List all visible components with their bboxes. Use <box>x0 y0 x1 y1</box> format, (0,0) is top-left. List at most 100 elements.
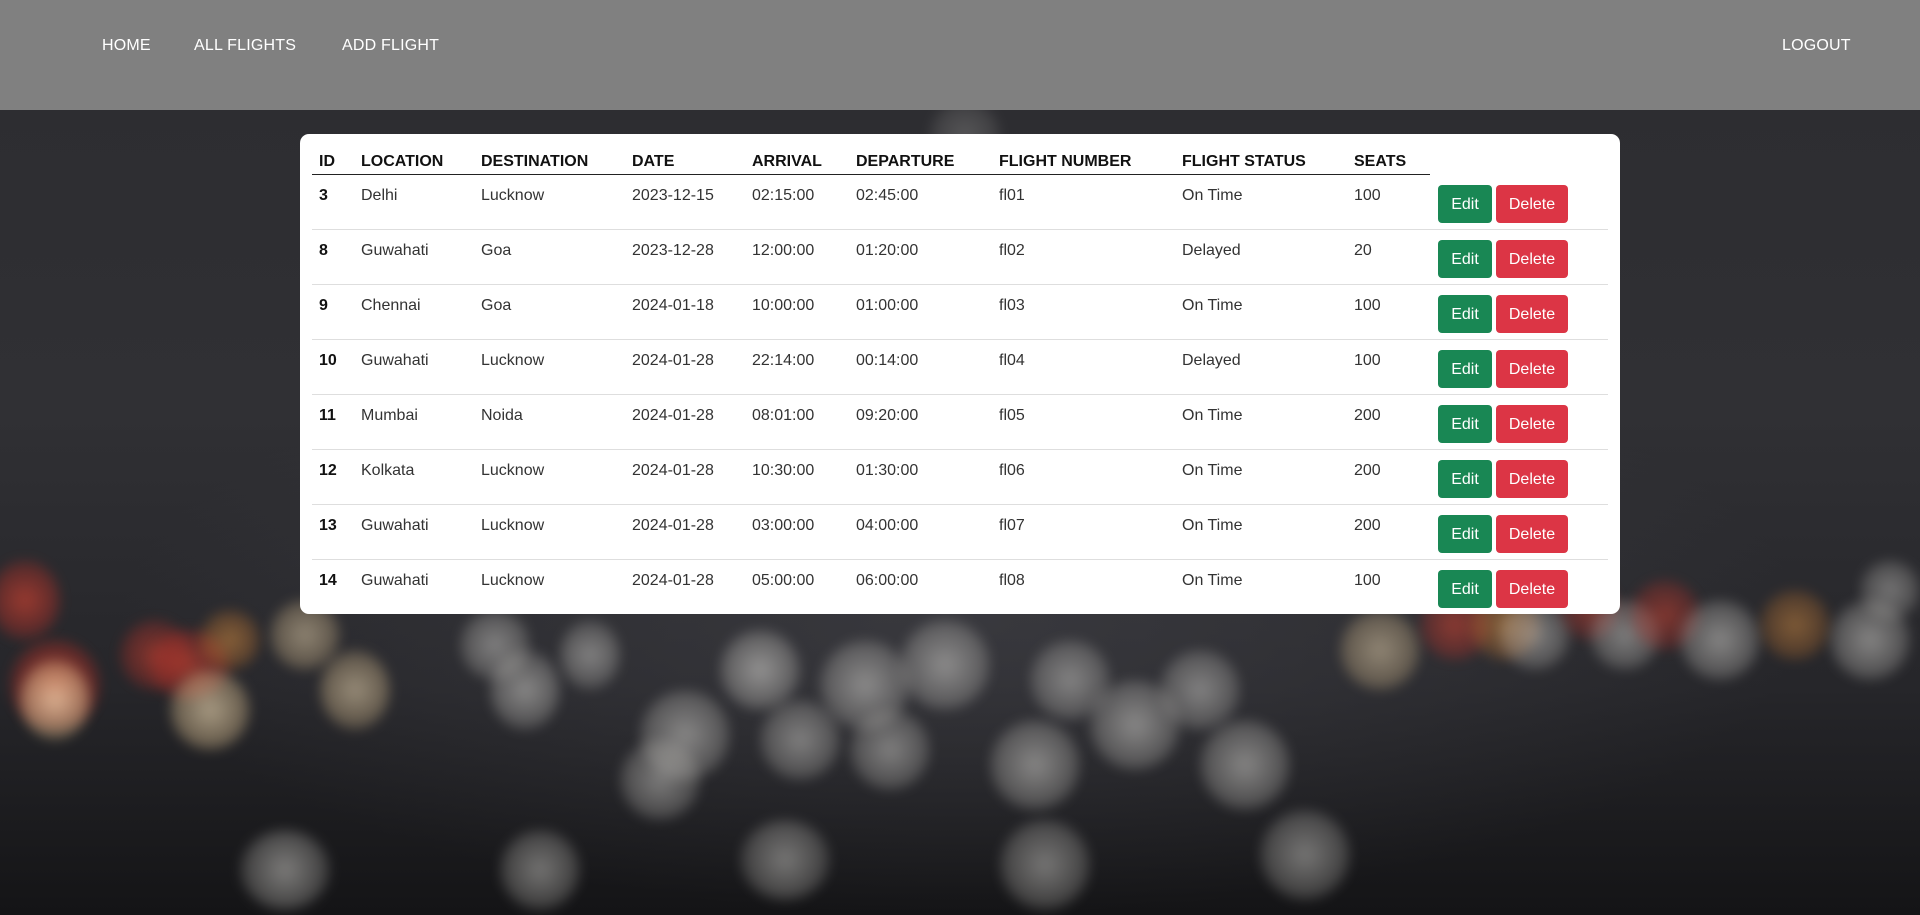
header-id: ID <box>319 153 335 170</box>
cell-departure: 01:20:00 <box>856 242 919 259</box>
cell-id: 10 <box>319 352 337 369</box>
cell-departure: 01:30:00 <box>856 462 919 479</box>
bokeh-light <box>620 740 700 820</box>
cell-destination: Noida <box>481 407 523 424</box>
bokeh-light <box>850 710 930 790</box>
cell-date: 2023-12-15 <box>632 187 714 204</box>
cell-id: 3 <box>319 187 328 204</box>
edit-button[interactable]: Edit <box>1438 240 1492 278</box>
header-destination: DESTINATION <box>481 153 589 170</box>
cell-destination: Lucknow <box>481 572 545 589</box>
header-date: DATE <box>632 153 675 170</box>
bokeh-light <box>170 670 250 750</box>
cell-arrival: 12:00:00 <box>752 242 815 259</box>
cell-arrival: 02:15:00 <box>752 187 815 204</box>
header-departure: DEPARTURE <box>856 153 955 170</box>
cell-seats: 200 <box>1354 517 1381 534</box>
header-flight-status: FLIGHT STATUS <box>1182 153 1306 170</box>
table-row: 14 Guwahati Lucknow 2024-01-28 05:00:00 … <box>312 560 1608 615</box>
cell-date: 2024-01-28 <box>632 407 714 424</box>
cell-id: 12 <box>319 462 337 479</box>
cell-destination: Lucknow <box>481 462 545 479</box>
bokeh-light <box>0 560 60 640</box>
edit-button[interactable]: Edit <box>1438 350 1492 388</box>
table-row: 13 Guwahati Lucknow 2024-01-28 03:00:00 … <box>312 505 1608 560</box>
delete-button[interactable]: Delete <box>1496 405 1568 443</box>
bokeh-light <box>1860 560 1920 620</box>
header-flight-number: FLIGHT NUMBER <box>999 153 1132 170</box>
cell-flight-status: On Time <box>1182 297 1243 314</box>
cell-flight-status: On Time <box>1182 187 1243 204</box>
cell-id: 8 <box>319 242 328 259</box>
cell-id: 13 <box>319 517 337 534</box>
bokeh-light <box>1260 810 1350 900</box>
delete-button[interactable]: Delete <box>1496 515 1568 553</box>
nav-all-flights-link[interactable]: ALL FLIGHTS <box>194 37 296 55</box>
table-row: 3 Delhi Lucknow 2023-12-15 02:15:00 02:4… <box>312 175 1608 230</box>
cell-departure: 09:20:00 <box>856 407 919 424</box>
cell-seats: 100 <box>1354 572 1381 589</box>
edit-button[interactable]: Edit <box>1438 515 1492 553</box>
table-row: 12 Kolkata Lucknow 2024-01-28 10:30:00 0… <box>312 450 1608 505</box>
cell-location: Chennai <box>361 297 421 314</box>
cell-destination: Goa <box>481 297 512 314</box>
bokeh-light <box>1340 610 1420 690</box>
bokeh-light <box>200 610 260 670</box>
cell-seats: 200 <box>1354 407 1381 424</box>
delete-button[interactable]: Delete <box>1496 185 1568 223</box>
cell-departure: 01:00:00 <box>856 297 919 314</box>
nav-home-link[interactable]: HOME <box>102 37 151 55</box>
table-row: 8 Guwahati Goa 2023-12-28 12:00:00 01:20… <box>312 230 1608 285</box>
delete-button[interactable]: Delete <box>1496 295 1568 333</box>
table-row: 9 Chennai Goa 2024-01-18 10:00:00 01:00:… <box>312 285 1608 340</box>
cell-flight-number: fl04 <box>999 352 1025 369</box>
delete-button[interactable]: Delete <box>1496 240 1568 278</box>
cell-departure: 04:00:00 <box>856 517 919 534</box>
cell-date: 2024-01-28 <box>632 352 714 369</box>
cell-date: 2024-01-28 <box>632 462 714 479</box>
bokeh-light <box>500 830 580 910</box>
cell-flight-number: fl07 <box>999 517 1025 534</box>
cell-flight-number: fl05 <box>999 407 1025 424</box>
cell-seats: 20 <box>1354 242 1372 259</box>
edit-button[interactable]: Edit <box>1438 295 1492 333</box>
edit-button[interactable]: Edit <box>1438 405 1492 443</box>
cell-date: 2024-01-18 <box>632 297 714 314</box>
table-row: 10 Guwahati Lucknow 2024-01-28 22:14:00 … <box>312 340 1608 395</box>
cell-id: 11 <box>319 407 336 424</box>
cell-destination: Lucknow <box>481 517 545 534</box>
cell-flight-number: fl06 <box>999 462 1025 479</box>
nav-logout-link[interactable]: LOGOUT <box>1782 37 1851 55</box>
cell-location: Mumbai <box>361 407 418 424</box>
header-location: LOCATION <box>361 153 444 170</box>
bokeh-light <box>1680 600 1760 680</box>
cell-location: Delhi <box>361 187 398 204</box>
cell-arrival: 05:00:00 <box>752 572 815 589</box>
cell-flight-status: Delayed <box>1182 352 1241 369</box>
cell-arrival: 22:14:00 <box>752 352 815 369</box>
cell-flight-number: fl02 <box>999 242 1025 259</box>
bokeh-light <box>1000 820 1090 910</box>
edit-button[interactable]: Edit <box>1438 570 1492 608</box>
cell-id: 14 <box>319 572 337 589</box>
bokeh-light <box>1760 590 1830 660</box>
edit-button[interactable]: Edit <box>1438 460 1492 498</box>
nav-add-flight-link[interactable]: ADD FLIGHT <box>342 37 439 55</box>
cell-date: 2023-12-28 <box>632 242 714 259</box>
cell-date: 2024-01-28 <box>632 517 714 534</box>
cell-destination: Lucknow <box>481 352 545 369</box>
bokeh-light <box>240 830 330 910</box>
cell-date: 2024-01-28 <box>632 572 714 589</box>
cell-location: Guwahati <box>361 572 429 589</box>
delete-button[interactable]: Delete <box>1496 460 1568 498</box>
header-arrival: ARRIVAL <box>752 153 822 170</box>
cell-flight-status: On Time <box>1182 407 1243 424</box>
header-seats: SEATS <box>1354 153 1407 170</box>
cell-arrival: 08:01:00 <box>752 407 815 424</box>
edit-button[interactable]: Edit <box>1438 185 1492 223</box>
delete-button[interactable]: Delete <box>1496 350 1568 388</box>
delete-button[interactable]: Delete <box>1496 570 1568 608</box>
bokeh-light <box>20 660 90 740</box>
cell-arrival: 03:00:00 <box>752 517 815 534</box>
cell-flight-status: On Time <box>1182 517 1243 534</box>
